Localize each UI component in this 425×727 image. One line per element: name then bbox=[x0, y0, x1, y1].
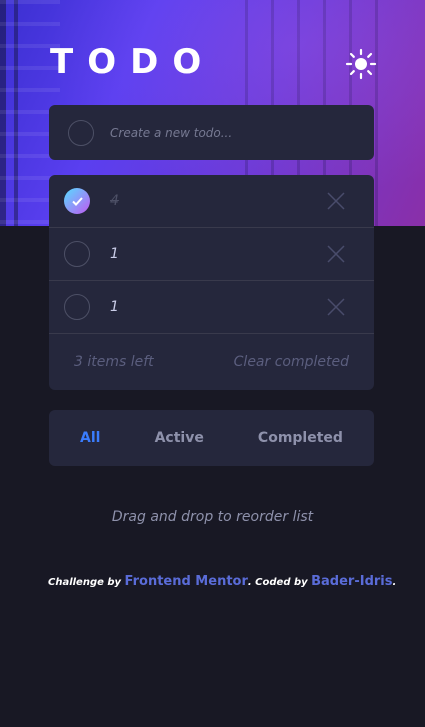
drag-drop-hint: Drag and drop to reorder list bbox=[111, 509, 314, 525]
todo-text: 4 bbox=[110, 193, 119, 209]
delete-icon[interactable] bbox=[326, 244, 346, 264]
list-footer: 3 items left Clear completed bbox=[49, 334, 374, 390]
items-left-count: 3 items left bbox=[74, 354, 154, 370]
app-title: TODO bbox=[50, 42, 216, 82]
sun-icon bbox=[345, 48, 377, 80]
filter-bar: All Active Completed bbox=[49, 410, 374, 466]
todo-item[interactable]: 1 bbox=[49, 228, 374, 281]
theme-toggle-button[interactable] bbox=[345, 48, 377, 80]
todo-item[interactable]: 1 bbox=[49, 281, 374, 334]
check-icon bbox=[71, 196, 83, 206]
delete-icon[interactable] bbox=[326, 297, 346, 317]
todo-list: 4 1 1 3 items left Clear completed bbox=[49, 175, 374, 390]
attribution-suffix: . bbox=[392, 577, 397, 588]
attribution: Challenge by Frontend Mentor. Coded by B… bbox=[48, 574, 396, 589]
filter-all-tab[interactable]: All bbox=[80, 430, 100, 446]
attribution-prefix: Challenge by bbox=[48, 577, 122, 588]
new-todo-form bbox=[49, 105, 374, 160]
filter-completed-tab[interactable]: Completed bbox=[258, 430, 343, 446]
todo-checkbox[interactable] bbox=[64, 294, 90, 320]
todo-checkbox[interactable] bbox=[64, 241, 90, 267]
filter-active-tab[interactable]: Active bbox=[155, 430, 204, 446]
author-link[interactable]: Bader-Idris bbox=[311, 574, 392, 589]
todo-text: 1 bbox=[110, 246, 119, 262]
new-todo-input[interactable] bbox=[110, 125, 350, 140]
new-todo-check-circle[interactable] bbox=[68, 119, 94, 146]
todo-checkbox-checked[interactable] bbox=[64, 188, 90, 214]
attribution-middle: . Coded by bbox=[247, 577, 308, 588]
todo-item[interactable]: 4 bbox=[49, 175, 374, 228]
delete-icon[interactable] bbox=[326, 191, 346, 211]
todo-text: 1 bbox=[110, 299, 119, 315]
frontend-mentor-link[interactable]: Frontend Mentor bbox=[125, 574, 248, 589]
clear-completed-button[interactable]: Clear completed bbox=[234, 354, 349, 370]
